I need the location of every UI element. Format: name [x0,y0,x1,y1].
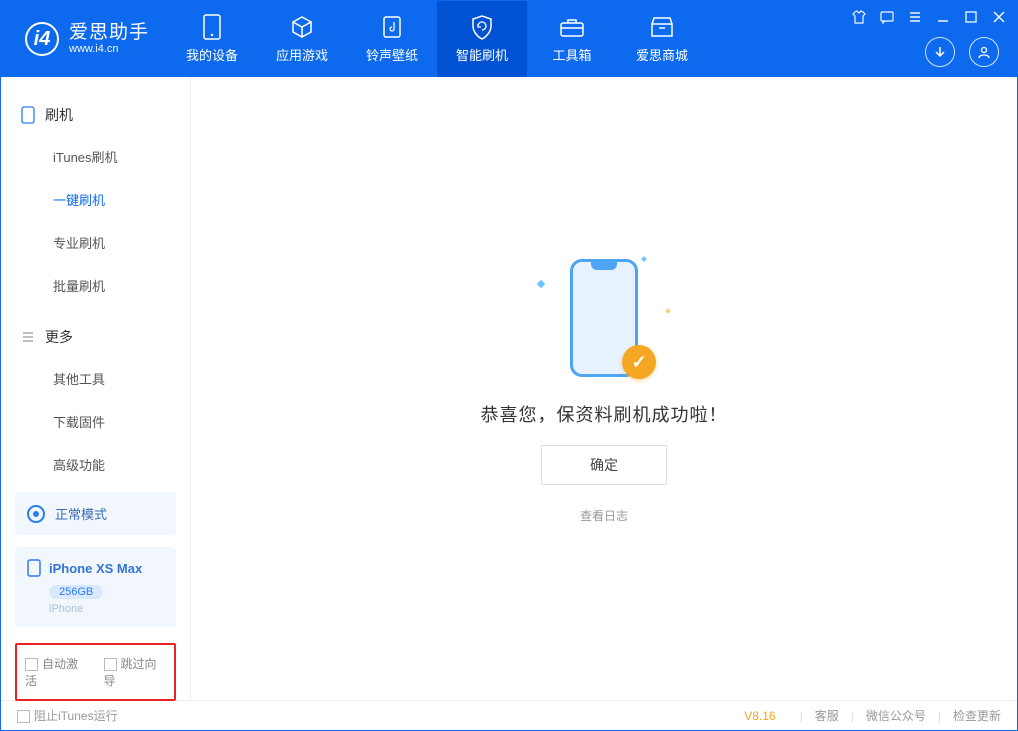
body: 刷机 iTunes刷机 一键刷机 专业刷机 批量刷机 更多 其他工具 下载固件 … [1,77,1017,700]
footer: 阻止iTunes运行 V8.16 | 客服 | 微信公众号 | 检查更新 [1,700,1017,730]
sidebar-item-other-tools[interactable]: 其他工具 [1,357,190,400]
checkbox-auto-activate[interactable]: 自动激活 [25,655,88,689]
nav-tabs: 我的设备 应用游戏 铃声壁纸 智能刷机 工具箱 爱思商城 [167,1,707,77]
separator: | [800,709,803,723]
confirm-button[interactable]: 确定 [541,445,667,485]
brand-name: 爱思助手 [69,23,149,44]
check-badge-icon: ✓ [622,345,656,379]
header: i4 爱思助手 www.i4.cn 我的设备 应用游戏 铃声壁纸 智能刷机 工具… [1,1,1017,77]
nav-tab-mall[interactable]: 爱思商城 [617,1,707,77]
nav-tab-toolbox[interactable]: 工具箱 [527,1,617,77]
list-icon [21,330,35,344]
phone-outline-icon [21,106,35,124]
version-label: V8.16 [744,709,775,723]
mode-card[interactable]: 正常模式 [15,492,176,535]
phone-icon [199,14,225,40]
nav-tab-apps-games[interactable]: 应用游戏 [257,1,347,77]
logo-icon: i4 [25,22,59,56]
close-button[interactable] [991,9,1007,25]
maximize-button[interactable] [963,9,979,25]
nav-label: 工具箱 [553,45,592,64]
header-right-icons [925,37,999,67]
separator: | [851,709,854,723]
menu-icon[interactable] [907,9,923,25]
device-type: iPhone [49,603,164,615]
nav-label: 智能刷机 [456,45,508,64]
nav-label: 应用游戏 [276,45,328,64]
mode-icon [27,505,45,523]
sidebar-item-download-firmware[interactable]: 下载固件 [1,400,190,443]
checkbox-icon [17,710,30,723]
sparkle-icon [537,280,545,288]
checkbox-icon [104,658,117,671]
mode-label: 正常模式 [55,504,107,523]
minimize-button[interactable] [935,9,951,25]
checkbox-skip-guide[interactable]: 跳过向导 [104,655,167,689]
sidebar-section-more: 更多 [1,317,190,357]
device-card[interactable]: iPhone XS Max 256GB iPhone [15,547,176,627]
sparkle-icon [641,256,647,262]
success-message: 恭喜您，保资料刷机成功啦！ [481,401,728,427]
nav-tab-smart-flash[interactable]: 智能刷机 [437,1,527,77]
device-name-row: iPhone XS Max [27,559,164,577]
sidebar-item-itunes-flash[interactable]: iTunes刷机 [1,135,190,178]
sidebar-item-batch-flash[interactable]: 批量刷机 [1,264,190,307]
main-content: ✓ 恭喜您，保资料刷机成功啦！ 确定 查看日志 [191,77,1017,700]
logo-area: i4 爱思助手 www.i4.cn [1,1,167,77]
nav-label: 我的设备 [186,45,238,64]
footer-right: V8.16 | 客服 | 微信公众号 | 检查更新 [744,707,1001,724]
bottom-checks-box: 自动激活 跳过向导 [15,643,176,701]
checkbox-block-itunes[interactable]: 阻止iTunes运行 [17,707,118,724]
footer-left: 阻止iTunes运行 [17,707,118,724]
download-button[interactable] [925,37,955,67]
success-illustration: ✓ [524,253,684,383]
sidebar-item-pro-flash[interactable]: 专业刷机 [1,221,190,264]
feedback-icon[interactable] [879,9,895,25]
cube-icon [289,14,315,40]
device-phone-icon [27,559,41,577]
section-label: 更多 [45,327,73,347]
footer-link-wechat[interactable]: 微信公众号 [866,707,926,724]
nav-tab-ring-wallpaper[interactable]: 铃声壁纸 [347,1,437,77]
section-label: 刷机 [45,105,73,125]
user-button[interactable] [969,37,999,67]
sidebar-item-one-click-flash[interactable]: 一键刷机 [1,178,190,221]
sidebar-section-flash: 刷机 [1,95,190,135]
shield-refresh-icon [469,14,495,40]
toolbox-icon [559,14,585,40]
shop-icon [649,14,675,40]
separator: | [938,709,941,723]
sidebar-item-advanced[interactable]: 高级功能 [1,443,190,486]
check-label: 阻止iTunes运行 [34,709,118,723]
checkbox-icon [25,658,38,671]
brand-url: www.i4.cn [69,43,149,55]
sidebar: 刷机 iTunes刷机 一键刷机 专业刷机 批量刷机 更多 其他工具 下载固件 … [1,77,191,700]
titlebar-controls [851,9,1007,25]
nav-label: 爱思商城 [636,45,688,64]
view-log-link[interactable]: 查看日志 [580,507,628,524]
music-note-icon [379,14,405,40]
footer-link-update[interactable]: 检查更新 [953,707,1001,724]
nav-label: 铃声壁纸 [366,45,418,64]
logo-text: 爱思助手 www.i4.cn [69,23,149,56]
device-name: iPhone XS Max [49,561,142,576]
nav-tab-my-device[interactable]: 我的设备 [167,1,257,77]
sparkle-icon [665,308,671,314]
tshirt-icon[interactable] [851,9,867,25]
device-storage: 256GB [49,585,103,599]
footer-link-support[interactable]: 客服 [815,707,839,724]
